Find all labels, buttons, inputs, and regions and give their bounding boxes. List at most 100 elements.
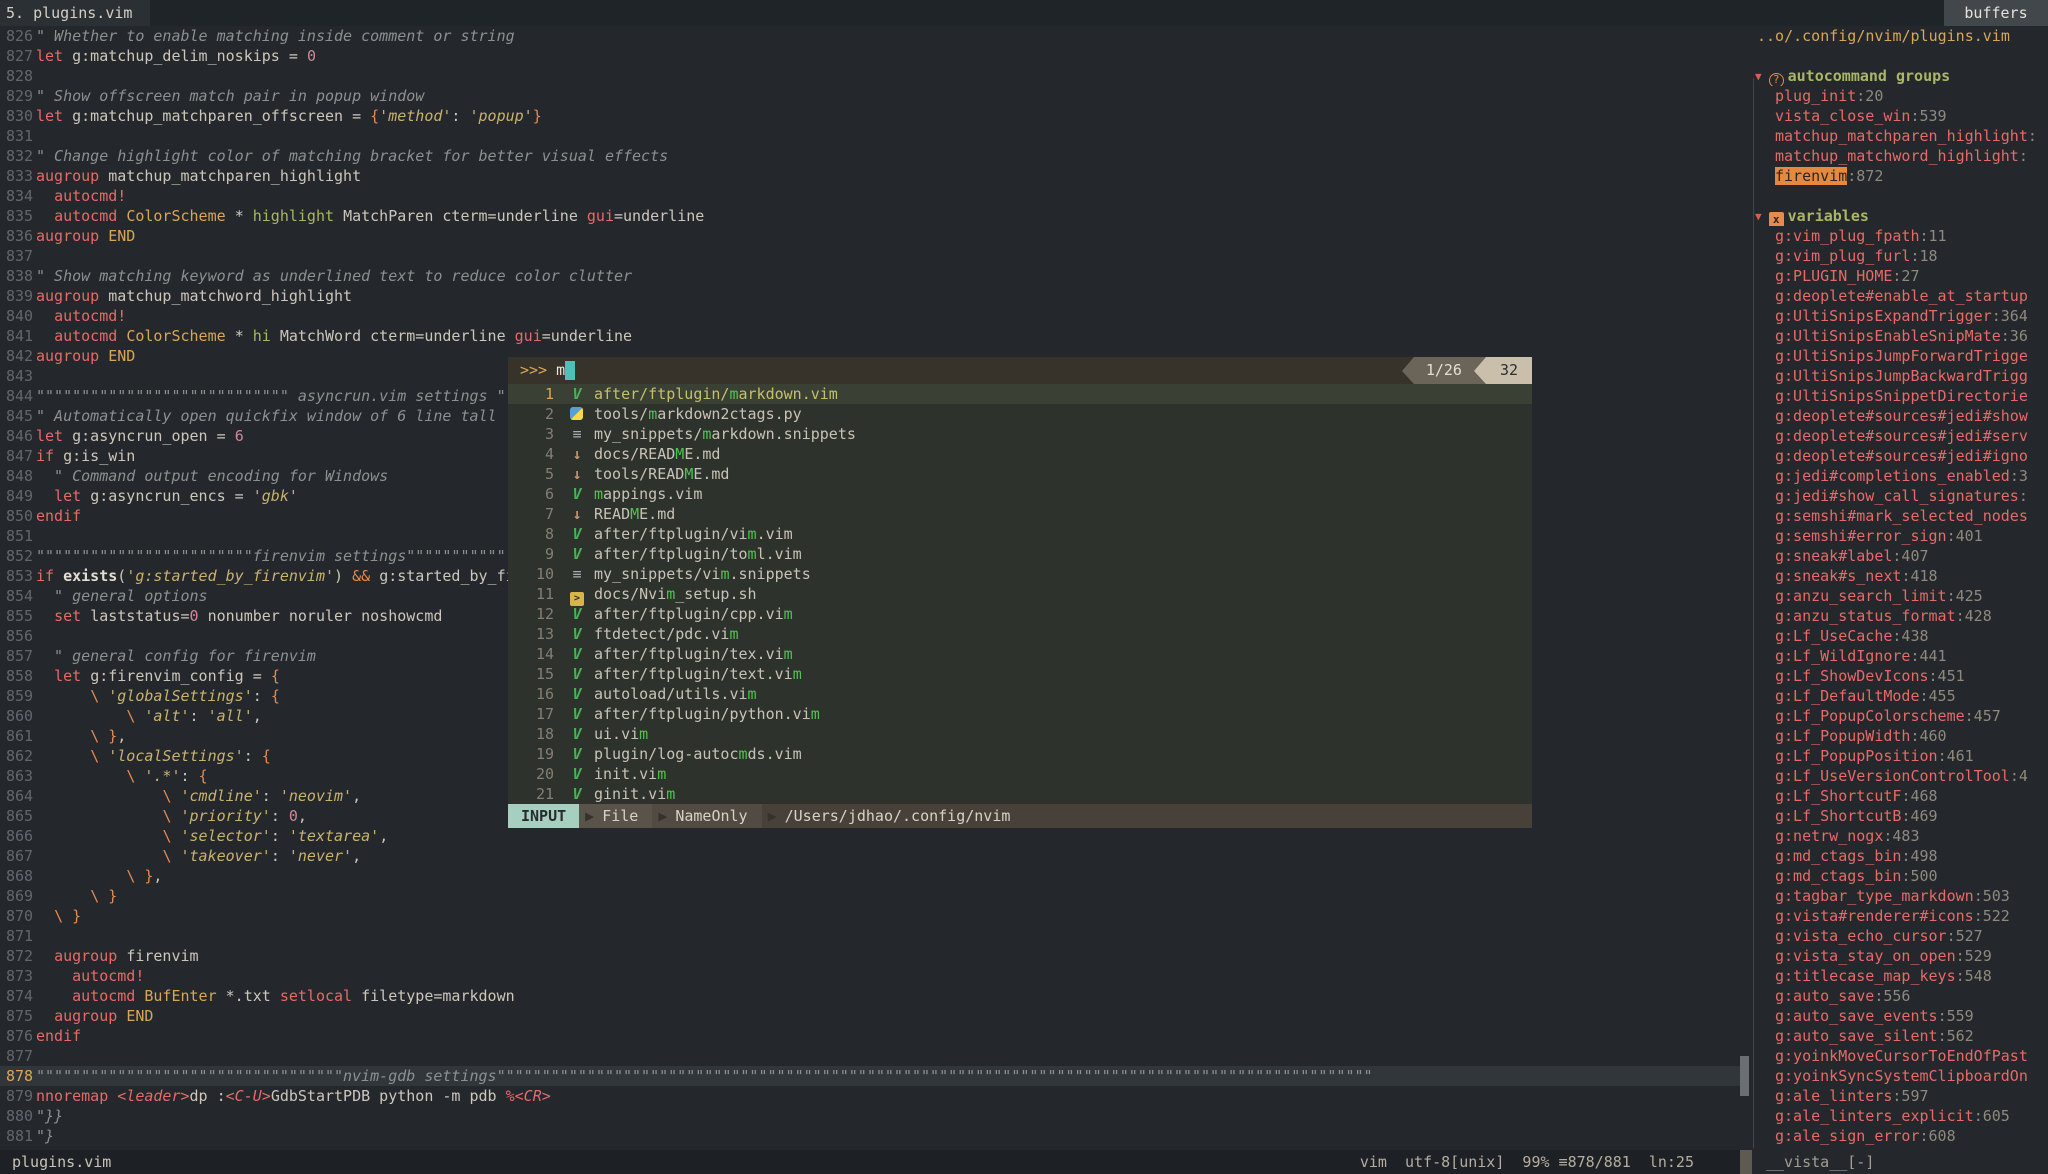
file-list-item[interactable]: 21Vginit.vim: [508, 784, 1532, 804]
code-line[interactable]: 871: [0, 926, 1740, 946]
vista-tag-item[interactable]: g:deoplete#sources#jedi#show: [1741, 406, 2048, 426]
code-line[interactable]: 828: [0, 66, 1740, 86]
vista-tag-item[interactable]: g:vim_plug_furl:18: [1741, 246, 2048, 266]
code-line[interactable]: 826" Whether to enable matching inside c…: [0, 26, 1740, 46]
vista-tag-item[interactable]: g:semshi#error_sign:401: [1741, 526, 2048, 546]
vista-tag-item[interactable]: g:vim_plug_fpath:11: [1741, 226, 2048, 246]
buffers-tab[interactable]: buffers: [1944, 0, 2048, 26]
vista-tag-item[interactable]: g:auto_save_silent:562: [1741, 1026, 2048, 1046]
file-list-item[interactable]: 1Vafter/ftplugin/markdown.vim: [508, 384, 1532, 404]
leaderf-prompt-bar[interactable]: >>> m 1/26 32: [508, 357, 1532, 384]
vista-tag-item[interactable]: g:ale_sign_error:608: [1741, 1126, 2048, 1146]
vista-tag-item[interactable]: firenvim:872: [1741, 166, 2048, 186]
vista-tag-item[interactable]: g:vista_echo_cursor:527: [1741, 926, 2048, 946]
code-line[interactable]: 867 \ 'takeover': 'never',: [0, 846, 1740, 866]
vista-tag-item[interactable]: g:anzu_search_limit:425: [1741, 586, 2048, 606]
code-line[interactable]: 841 autocmd ColorScheme * hi MatchWord c…: [0, 326, 1740, 346]
vista-tag-item[interactable]: g:sneak#label:407: [1741, 546, 2048, 566]
tab-plugins-vim[interactable]: 5. plugins.vim: [0, 0, 150, 26]
vista-tag-item[interactable]: g:deoplete#sources#jedi#serv: [1741, 426, 2048, 446]
window-separator[interactable]: [1740, 1150, 1752, 1174]
vista-tag-item[interactable]: g:auto_save_events:559: [1741, 1006, 2048, 1026]
vista-tag-item[interactable]: g:PLUGIN_HOME:27: [1741, 266, 2048, 286]
vista-section-header[interactable]: ▼xvariables: [1741, 206, 2048, 226]
file-list-item[interactable]: 4↓docs/README.md: [508, 444, 1532, 464]
code-line[interactable]: 836augroup END: [0, 226, 1740, 246]
vista-tag-item[interactable]: g:deoplete#sources#jedi#igno: [1741, 446, 2048, 466]
file-list-item[interactable]: 13Vftdetect/pdc.vim: [508, 624, 1532, 644]
vista-tag-item[interactable]: g:UltiSnipsSnippetDirectorie: [1741, 386, 2048, 406]
vista-tag-item[interactable]: g:UltiSnipsJumpBackwardTrigg: [1741, 366, 2048, 386]
code-line[interactable]: 827let g:matchup_delim_noskips = 0: [0, 46, 1740, 66]
vista-tag-item[interactable]: g:tagbar_type_markdown:503: [1741, 886, 2048, 906]
code-line[interactable]: 870 \ }: [0, 906, 1740, 926]
file-list-item[interactable]: 14Vafter/ftplugin/tex.vim: [508, 644, 1532, 664]
file-list-item[interactable]: 20Vinit.vim: [508, 764, 1532, 784]
vista-tag-item[interactable]: g:Lf_DefaultMode:455: [1741, 686, 2048, 706]
collapse-triangle-icon[interactable]: ▼: [1755, 70, 1762, 83]
file-list-item[interactable]: 3≡my_snippets/markdown.snippets: [508, 424, 1532, 444]
file-list-item[interactable]: 16Vautoload/utils.vim: [508, 684, 1532, 704]
vista-tag-item[interactable]: g:Lf_PopupWidth:460: [1741, 726, 2048, 746]
code-line[interactable]: 829" Show offscreen match pair in popup …: [0, 86, 1740, 106]
code-line[interactable]: 878""""""""""""""""""""""""""""""""""nvi…: [0, 1066, 1740, 1086]
file-list-item[interactable]: 10≡my_snippets/vim.snippets: [508, 564, 1532, 584]
vista-tag-item[interactable]: g:UltiSnipsEnableSnipMate:36: [1741, 326, 2048, 346]
collapse-triangle-icon[interactable]: ▼: [1755, 210, 1762, 223]
vista-tag-item[interactable]: g:UltiSnipsJumpForwardTrigge: [1741, 346, 2048, 366]
vista-tag-item[interactable]: g:netrw_nogx:483: [1741, 826, 2048, 846]
file-list-item[interactable]: 12Vafter/ftplugin/cpp.vim: [508, 604, 1532, 624]
search-query-input[interactable]: m: [547, 357, 565, 384]
file-list-item[interactable]: 7↓README.md: [508, 504, 1532, 524]
vista-tag-item[interactable]: g:jedi#completions_enabled:3: [1741, 466, 2048, 486]
vista-tag-item[interactable]: matchup_matchparen_highlight:: [1741, 126, 2048, 146]
code-line[interactable]: 879nnoremap <leader>dp :<C-U>GdbStartPDB…: [0, 1086, 1740, 1106]
vista-tag-item[interactable]: g:yoinkMoveCursorToEndOfPast: [1741, 1046, 2048, 1066]
vista-tag-item[interactable]: matchup_matchword_highlight:: [1741, 146, 2048, 166]
code-line[interactable]: 839augroup matchup_matchword_highlight: [0, 286, 1740, 306]
vista-tag-item[interactable]: g:yoinkSyncSystemClipboardOn: [1741, 1066, 2048, 1086]
code-line[interactable]: 873 autocmd!: [0, 966, 1740, 986]
code-line[interactable]: 876endif: [0, 1026, 1740, 1046]
file-list-item[interactable]: 11>docs/Nvim_setup.sh: [508, 584, 1532, 604]
vista-tag-item[interactable]: g:vista#renderer#icons:522: [1741, 906, 2048, 926]
vista-tag-item[interactable]: g:anzu_status_format:428: [1741, 606, 2048, 626]
vista-tag-item[interactable]: g:Lf_ShowDevIcons:451: [1741, 666, 2048, 686]
code-line[interactable]: 833augroup matchup_matchparen_highlight: [0, 166, 1740, 186]
vista-tag-item[interactable]: g:Lf_UseCache:438: [1741, 626, 2048, 646]
vista-tag-item[interactable]: g:Lf_UseVersionControlTool:4: [1741, 766, 2048, 786]
vista-tag-item[interactable]: g:Lf_ShortcutF:468: [1741, 786, 2048, 806]
code-line[interactable]: 868 \ },: [0, 866, 1740, 886]
file-list-item[interactable]: 19Vplugin/log-autocmds.vim: [508, 744, 1532, 764]
vista-tag-item[interactable]: g:Lf_PopupColorscheme:457: [1741, 706, 2048, 726]
vista-tag-item[interactable]: g:md_ctags_bin:498: [1741, 846, 2048, 866]
vista-tag-item[interactable]: g:ale_linters:597: [1741, 1086, 2048, 1106]
code-line[interactable]: 872 augroup firenvim: [0, 946, 1740, 966]
file-list-item[interactable]: 15Vafter/ftplugin/text.vim: [508, 664, 1532, 684]
vista-tag-item[interactable]: g:auto_save:556: [1741, 986, 2048, 1006]
vista-tag-item[interactable]: g:ale_linters_explicit:605: [1741, 1106, 2048, 1126]
sidebar-scrollbar-thumb[interactable]: [1740, 1056, 1749, 1096]
vista-tag-item[interactable]: g:md_ctags_bin:500: [1741, 866, 2048, 886]
vista-tag-item[interactable]: g:titlecase_map_keys:548: [1741, 966, 2048, 986]
code-line[interactable]: 874 autocmd BufEnter *.txt setlocal file…: [0, 986, 1740, 1006]
code-line[interactable]: 838" Show matching keyword as underlined…: [0, 266, 1740, 286]
code-line[interactable]: 835 autocmd ColorScheme * highlight Matc…: [0, 206, 1740, 226]
vista-tag-item[interactable]: g:vista_stay_on_open:529: [1741, 946, 2048, 966]
code-line[interactable]: 866 \ 'selector': 'textarea',: [0, 826, 1740, 846]
vista-tag-item[interactable]: g:UltiSnipsExpandTrigger:364: [1741, 306, 2048, 326]
vista-tag-item[interactable]: g:deoplete#enable_at_startup: [1741, 286, 2048, 306]
code-line[interactable]: 832" Change highlight color of matching …: [0, 146, 1740, 166]
code-line[interactable]: 831: [0, 126, 1740, 146]
vista-tag-item[interactable]: g:Lf_WildIgnore:441: [1741, 646, 2048, 666]
file-list-item[interactable]: 5↓tools/README.md: [508, 464, 1532, 484]
vista-tag-item[interactable]: g:jedi#show_call_signatures:: [1741, 486, 2048, 506]
file-list-item[interactable]: 9Vafter/ftplugin/toml.vim: [508, 544, 1532, 564]
file-list-item[interactable]: 2tools/markdown2ctags.py: [508, 404, 1532, 424]
file-list-item[interactable]: 18Vui.vim: [508, 724, 1532, 744]
vista-tag-item[interactable]: g:sneak#s_next:418: [1741, 566, 2048, 586]
code-line[interactable]: 881"}: [0, 1126, 1740, 1146]
file-list-item[interactable]: 17Vafter/ftplugin/python.vim: [508, 704, 1532, 724]
code-line[interactable]: 837: [0, 246, 1740, 266]
vista-section-header[interactable]: ▼?autocommand groups: [1741, 66, 2048, 86]
